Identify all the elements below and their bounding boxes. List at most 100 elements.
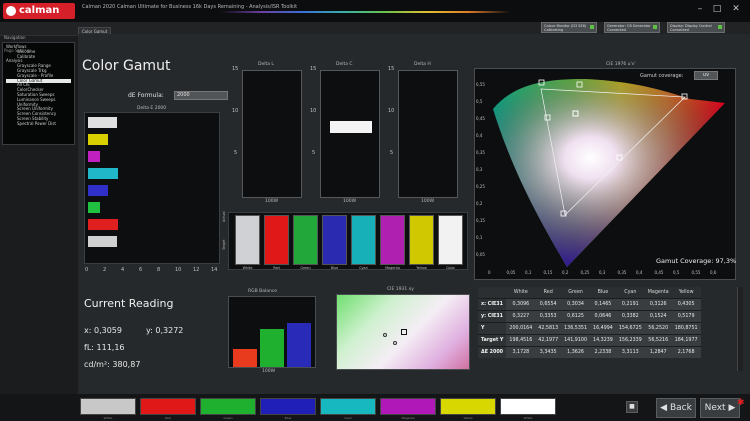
table-cell: 0,3353: [535, 309, 562, 322]
green-balance-bar: [260, 329, 284, 367]
de-formula-select[interactable]: 2000: [174, 91, 228, 100]
small-cie-target-marker: [401, 329, 407, 335]
patch-swatch[interactable]: [380, 215, 405, 265]
next-arrow-icon: ▶: [725, 403, 736, 413]
table-row: y: CIE31 0,3227 0,3353 0,6125 0,0646 0,3382 0,…: [478, 309, 701, 322]
de-bar: [88, 185, 109, 196]
de-x-tick: 10: [175, 267, 182, 273]
patch-button[interactable]: [500, 398, 556, 415]
table-header-cell: Cyan: [615, 287, 645, 298]
cie-y-tick: 0,45: [476, 116, 485, 121]
table-cell: 156,2339: [615, 333, 645, 346]
patch-swatch[interactable]: [322, 215, 347, 265]
current-reading-title: Current Reading: [84, 297, 174, 310]
back-stop-button[interactable]: ■: [626, 401, 638, 413]
patch-button[interactable]: [260, 398, 316, 415]
display-dropdown[interactable]: Display: Display Control Connected: [667, 22, 725, 33]
cie-x-tick: 0,35: [617, 270, 627, 275]
logo-mark-icon: [6, 6, 16, 16]
page-settings-label: Page Settings: [4, 48, 32, 53]
patch-swatch[interactable]: [351, 215, 376, 265]
patch-button[interactable]: [200, 398, 256, 415]
patch-swatch[interactable]: [438, 215, 463, 265]
delta-c-white-bar: [330, 121, 372, 133]
de-bar: [88, 134, 108, 145]
rainbow-accent: [220, 11, 510, 13]
table-row: Target Y 198,4516 42,1977 141,9100 14,3239 15…: [478, 333, 701, 346]
table-cell: 1,3626: [561, 345, 591, 358]
maximize-button[interactable]: □: [711, 3, 723, 15]
table-header-cell: Yellow: [671, 287, 701, 298]
delta-h-title: Delta H: [414, 62, 431, 67]
rgb-balance-chart: [228, 296, 316, 368]
de-x-tick: 14: [211, 267, 218, 273]
table-cell: 0,3126: [644, 297, 672, 310]
red-balance-bar: [233, 349, 257, 367]
de-x-tick: 12: [193, 267, 200, 273]
patch-swatch-row: White Red Green Blue Cyan Magenta Yellow Color: [228, 212, 468, 270]
meter-dropdown[interactable]: Colour Monitor (D3 SE6) Calibrating: [541, 22, 597, 33]
cie-x-tick: 0: [488, 270, 491, 275]
patch-label: Green: [300, 266, 311, 270]
generator-dropdown-status: Connected: [607, 28, 626, 32]
patch-swatch[interactable]: [264, 215, 289, 265]
table-cell: 56,2520: [644, 321, 672, 334]
back-button[interactable]: ◀ Back: [656, 398, 696, 418]
table-header-cell: White: [506, 287, 536, 298]
close-button[interactable]: ✕: [730, 3, 742, 15]
delta-h-tick: 5: [390, 150, 394, 156]
patch-button[interactable]: [320, 398, 376, 415]
de-x-tick: 6: [139, 267, 143, 273]
patch-button[interactable]: [440, 398, 496, 415]
patch-swatch[interactable]: [235, 215, 260, 265]
cie-x-tick: 0,3: [599, 270, 606, 275]
sidebar-item[interactable]: Spectral Power Dist: [6, 121, 71, 127]
cie-x-tick: 0,05: [506, 270, 516, 275]
table-cell: ΔE 2000: [478, 345, 507, 358]
table-cell: 0,1524: [644, 309, 672, 322]
patch-button-label: Blue: [284, 416, 292, 420]
cie-y-tick: 0,25: [476, 184, 485, 189]
asterisk-icon: ✱: [737, 398, 745, 408]
patch-swatch[interactable]: [293, 215, 318, 265]
cie-y-tick: 0,35: [476, 150, 485, 155]
de-x-tick: 8: [157, 267, 161, 273]
table-cell: 0,3227: [506, 309, 536, 322]
de-bar: [88, 202, 101, 213]
patch-label: Blue: [330, 266, 339, 270]
patch-button-label: Yellow: [463, 416, 473, 420]
cie-y-tick: 0,55: [476, 82, 485, 87]
delta-l-tick: 10: [232, 108, 239, 114]
window-title: Calman 2020 Calman Ultimate for Business…: [82, 4, 298, 10]
patch-button-label: Green: [223, 416, 233, 420]
patch-swatch[interactable]: [409, 215, 434, 265]
table-cell: 16,4994: [590, 321, 616, 334]
reading-fl: fL: 111,16: [84, 343, 125, 352]
table-cell: 136,5351: [561, 321, 591, 334]
cie-x-tick: 0,55: [691, 270, 701, 275]
table-cell: 0,3382: [615, 309, 645, 322]
status-dot-icon: [590, 25, 594, 29]
delta-c-footer: 100W: [343, 199, 357, 204]
actual-side-label: Actual: [222, 211, 226, 222]
patch-button-label: Magenta: [401, 416, 415, 420]
table-scrollbar[interactable]: [737, 287, 743, 371]
generator-dropdown[interactable]: Generator: C6 Generator Connected: [604, 22, 660, 33]
table-header-cell: Green: [561, 287, 591, 298]
cie-y-tick: 0,2: [476, 201, 483, 206]
cie-y-tick: 0,05: [476, 252, 485, 257]
patch-button[interactable]: [140, 398, 196, 415]
table-header-cell: Magenta: [644, 287, 672, 298]
patch-button[interactable]: [80, 398, 136, 415]
minimize-button[interactable]: –: [694, 3, 706, 15]
cie-y-tick: 0,5: [476, 99, 483, 104]
table-cell: 0,5179: [671, 309, 701, 322]
cie-large-title: CIE 1976 u'v': [606, 62, 636, 67]
delta-c-tick: 5: [312, 150, 316, 156]
gamut-coverage-select[interactable]: uv: [694, 71, 718, 80]
table-cell: 0,3096: [506, 297, 536, 310]
patch-button[interactable]: [380, 398, 436, 415]
de-bar: [88, 117, 117, 128]
display-dropdown-status: Connected: [670, 28, 689, 32]
next-button[interactable]: Next ▶: [700, 398, 740, 418]
